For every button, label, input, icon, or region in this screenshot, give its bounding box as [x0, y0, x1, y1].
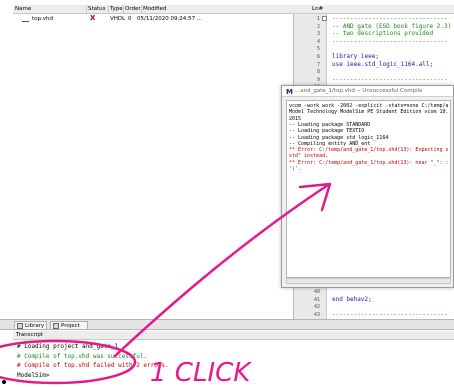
line-number: 4	[316, 38, 320, 45]
project-column-header: Name Status Type Order Modified	[13, 5, 294, 14]
file-icon	[22, 18, 29, 22]
horizontal-scrollbar[interactable]	[286, 278, 451, 284]
dialog-title: ...and_gate_1/top.vhd -- Unsuccessful Co…	[295, 88, 423, 94]
code-line[interactable]: --------------------------------	[332, 76, 448, 83]
compile-output-line: -- Loading package STANDARD	[289, 121, 371, 128]
error-status-icon: X	[90, 14, 96, 22]
line-number: 2	[316, 23, 320, 30]
file-type: VHDL	[110, 16, 126, 22]
compile-output-line: vcom -work work -2002 -explicit -stats=n…	[289, 103, 449, 109]
project-icon	[53, 323, 59, 329]
fold-toggle-icon[interactable]	[322, 16, 327, 21]
transcript-pane[interactable]: Transcript # Loading project and_gate_1 #…	[0, 330, 454, 387]
line-number: 42	[313, 304, 320, 311]
transcript-line: # Compile of top.vhd was successful.	[17, 352, 148, 360]
code-line[interactable]: library ieee;	[332, 53, 379, 60]
line-number: 3	[316, 31, 320, 38]
compile-output-line: -- Compiling entity AND_ent	[289, 140, 371, 147]
project-file-row[interactable]: top.vhd X VHDL 0 05/11/2020 09:24:57 ...	[13, 15, 294, 24]
file-order: 0	[128, 16, 132, 22]
column-status[interactable]: Status	[88, 6, 106, 13]
compile-output-line: ** Error: C:/temp/and_gate_1/top.vhd(13)…	[289, 147, 449, 154]
line-number: 40	[313, 289, 320, 295]
code-line[interactable]: --------------------------------	[332, 15, 448, 22]
line-number: 7	[316, 61, 320, 68]
file-name: top.vhd	[32, 16, 53, 22]
compile-output[interactable]: vcom -work work -2002 -explicit -stats=n…	[286, 100, 451, 278]
column-order[interactable]: Order	[125, 6, 141, 13]
tab-library[interactable]: Library	[14, 321, 47, 330]
code-line[interactable]: use ieee.std_logic_1164.all;	[332, 61, 433, 68]
bottom-tab-bar: Library Project	[0, 319, 454, 330]
compile-output-line: ** Error: C:/temp/and_gate_1/top.vhd(13)…	[289, 159, 449, 166]
line-number: 1	[316, 16, 320, 22]
line-number: 41	[313, 296, 320, 303]
line-number-header: Ln#	[312, 6, 324, 12]
line-number: 9	[316, 76, 320, 83]
code-line[interactable]: -- AND gate (ESD book figure 2.3)	[332, 23, 451, 30]
editor-header: Ln#	[294, 5, 454, 14]
compile-output-line: -- Loading package std_logic_1164	[289, 134, 389, 141]
code-line[interactable]: end behav2;	[332, 296, 372, 303]
library-icon	[17, 323, 23, 329]
dialog-title-bar[interactable]: M ...and_gate_1/top.vhd -- Unsuccessful …	[282, 86, 453, 97]
line-number: 43	[313, 311, 320, 318]
code-line[interactable]: --------------------------------	[332, 311, 448, 318]
compile-output-line: ')'.	[289, 166, 302, 172]
compile-output-line: -- Loading package TEXTIO	[289, 128, 365, 135]
transcript-title: Transcript	[16, 332, 43, 338]
modelsim-icon: M	[286, 88, 293, 96]
line-number: 5	[316, 46, 320, 53]
compile-output-line: Model Technology ModelSim PE Student Edi…	[289, 109, 449, 116]
transcript-line: # Loading project and_gate_1	[17, 343, 119, 350]
tab-project-label: Project	[61, 323, 80, 329]
column-modified[interactable]: Modified	[143, 6, 166, 13]
compile-error-dialog[interactable]: M ...and_gate_1/top.vhd -- Unsuccessful …	[281, 85, 454, 288]
line-number: 6	[316, 54, 320, 60]
file-modified: 05/11/2020 09:24:57 ...	[137, 16, 203, 22]
column-name[interactable]: Name	[15, 6, 31, 13]
compile-output-line: 2015	[289, 115, 302, 122]
code-line[interactable]: -- two descriptions provided	[332, 30, 433, 37]
code-line[interactable]: --------------------------------	[332, 38, 448, 45]
compile-output-line: std" instead.	[289, 153, 329, 160]
tab-library-label: Library	[25, 323, 45, 329]
transcript-header: Transcript	[13, 331, 454, 340]
column-type[interactable]: Type	[110, 6, 123, 13]
bullet-dot	[2, 380, 6, 384]
project-pane: Name Status Type Order Modified top.vhd …	[13, 5, 294, 331]
transcript-prompt: ModelSim>	[17, 371, 50, 379]
line-number: 8	[316, 69, 320, 76]
transcript-line: # Compile of top.vhd failed with 2 error…	[17, 362, 169, 369]
tab-project[interactable]: Project	[50, 321, 88, 330]
